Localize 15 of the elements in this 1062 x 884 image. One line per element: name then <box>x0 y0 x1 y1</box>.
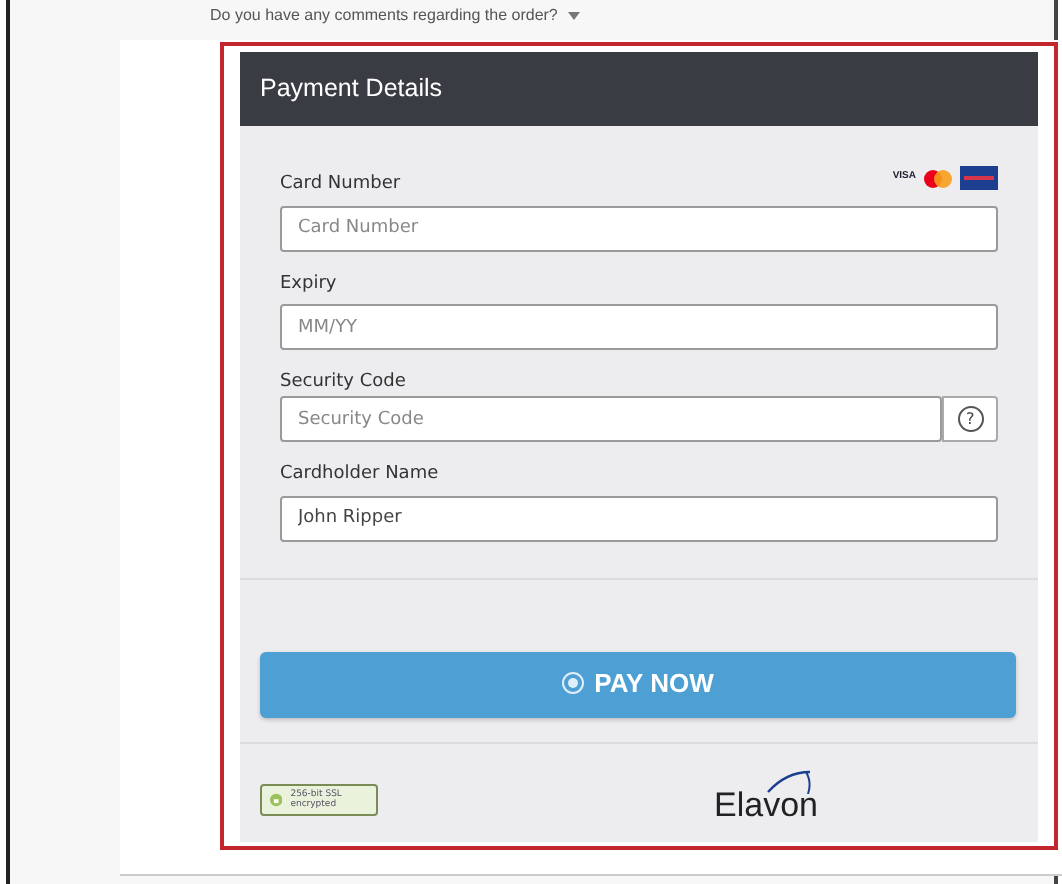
input-field[interactable]: Security Code <box>280 396 943 442</box>
field-label: Expiry <box>280 271 337 295</box>
panel-title: Payment Details <box>260 72 443 107</box>
provider-logo: Elavon <box>714 769 818 825</box>
input-field[interactable]: MM/YY <box>280 304 998 350</box>
comments-toggle[interactable]: Do you have any comments regarding the order? <box>210 4 580 28</box>
padlock-icon <box>270 791 283 807</box>
chevron-icon <box>567 11 580 20</box>
field-label: Security Code <box>280 370 406 394</box>
input-field[interactable]: Card Number <box>280 205 998 251</box>
field-label: Card Number <box>280 172 401 196</box>
card-icon <box>960 166 998 190</box>
help-button[interactable]: ? <box>942 396 998 442</box>
circles-icon <box>924 169 952 187</box>
field-label: Cardholder Name <box>280 462 439 486</box>
